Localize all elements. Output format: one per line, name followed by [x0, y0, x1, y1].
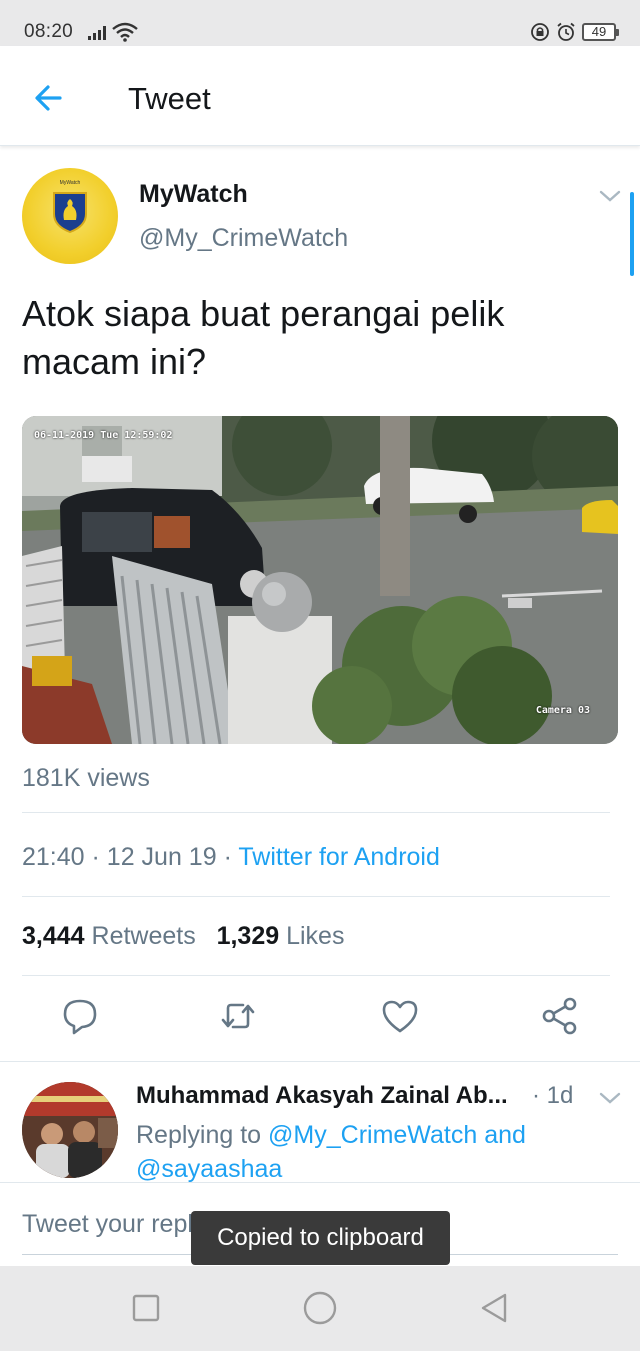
reply-compose-input[interactable]: Tweet your reply: [22, 1210, 205, 1239]
mention-1: @My_CrimeWatch: [268, 1121, 478, 1149]
retweets-label: Retweets: [91, 922, 196, 950]
divider: [22, 896, 610, 897]
author-name[interactable]: MyWatch: [139, 180, 248, 209]
avatar-logo-text: MyWatch: [59, 180, 81, 186]
reply-time: · 1d: [532, 1082, 574, 1109]
chevron-down-icon[interactable]: [598, 1090, 622, 1106]
section-divider: [0, 1061, 640, 1062]
reply-tweet[interactable]: Muhammad Akasyah Zainal Ab... · 1d Reply…: [0, 1074, 640, 1183]
app-bar: Tweet: [0, 46, 640, 146]
chevron-down-icon[interactable]: [598, 188, 622, 204]
likes-stat[interactable]: 1,329 Likes: [217, 922, 345, 950]
avatar[interactable]: MyWatch: [22, 168, 118, 264]
status-bar: 08:20 49: [0, 0, 640, 46]
like-icon[interactable]: [380, 996, 420, 1036]
scroll-indicator[interactable]: [630, 192, 634, 276]
retweet-icon[interactable]: [218, 996, 258, 1036]
tweet-source-link[interactable]: Twitter for Android: [238, 843, 439, 871]
alarm-icon: [557, 22, 575, 41]
section-divider: [0, 1182, 640, 1183]
retweets-stat[interactable]: 3,444 Retweets: [22, 922, 196, 950]
reply-avatar[interactable]: [22, 1082, 118, 1178]
likes-count: 1,329: [216, 922, 280, 950]
battery-indicator: 49: [582, 23, 619, 41]
toast-message: Copied to clipboard: [191, 1211, 450, 1265]
author-handle[interactable]: @My_CrimeWatch: [139, 224, 348, 253]
page-title: Tweet: [128, 81, 211, 116]
meta-separator: ·: [91, 843, 100, 871]
tweet-media[interactable]: 06-11-2019 Tue 12:59:02 Camera 03: [22, 416, 618, 744]
home-icon[interactable]: [302, 1290, 338, 1326]
tweet-date: 12 Jun 19: [106, 843, 217, 871]
signal-icon: [88, 26, 106, 40]
tweet-stats: 3,444 Retweets 1,329 Likes: [22, 922, 344, 951]
tweet-meta: 21:40 · 12 Jun 19 · Twitter for Android: [22, 843, 440, 872]
divider: [22, 975, 610, 976]
tweet-actions: [0, 996, 640, 1042]
shield-logo-icon: [53, 192, 87, 234]
tweet-text: Atok siapa buat perangai pelik macam ini…: [22, 293, 505, 382]
replying-to-line: Replying to @My_CrimeWatch and @sayaasha…: [136, 1118, 606, 1186]
video-timestamp-overlay: 06-11-2019 Tue 12:59:02: [34, 430, 173, 441]
status-right-icons: 49: [530, 22, 619, 42]
reply-avatar-photo: [22, 1082, 118, 1178]
cctv-video-frame: [22, 416, 618, 744]
status-time: 08:20: [24, 21, 74, 42]
system-nav-bar: [0, 1266, 640, 1351]
recent-apps-icon[interactable]: [130, 1292, 162, 1324]
reply-icon[interactable]: [60, 996, 100, 1036]
wifi-icon: [112, 22, 138, 42]
mention-joiner: and: [484, 1121, 526, 1149]
lock-rotation-icon: [531, 23, 549, 41]
share-icon[interactable]: [540, 996, 580, 1036]
divider: [22, 812, 610, 813]
replying-to-prefix: Replying to: [136, 1121, 262, 1149]
arrow-left-icon[interactable]: [30, 78, 70, 118]
back-triangle-icon[interactable]: [478, 1292, 510, 1324]
likes-label: Likes: [286, 922, 345, 950]
meta-separator: ·: [223, 843, 232, 871]
retweets-count: 3,444: [22, 922, 85, 950]
reply-author-name[interactable]: Muhammad Akasyah Zainal Ab...: [136, 1082, 508, 1110]
view-count: 181K views: [22, 764, 150, 792]
video-camera-label: Camera 03: [535, 705, 590, 716]
tweet-time: 21:40: [22, 843, 85, 871]
mention-2: @sayaashaa: [136, 1155, 283, 1183]
